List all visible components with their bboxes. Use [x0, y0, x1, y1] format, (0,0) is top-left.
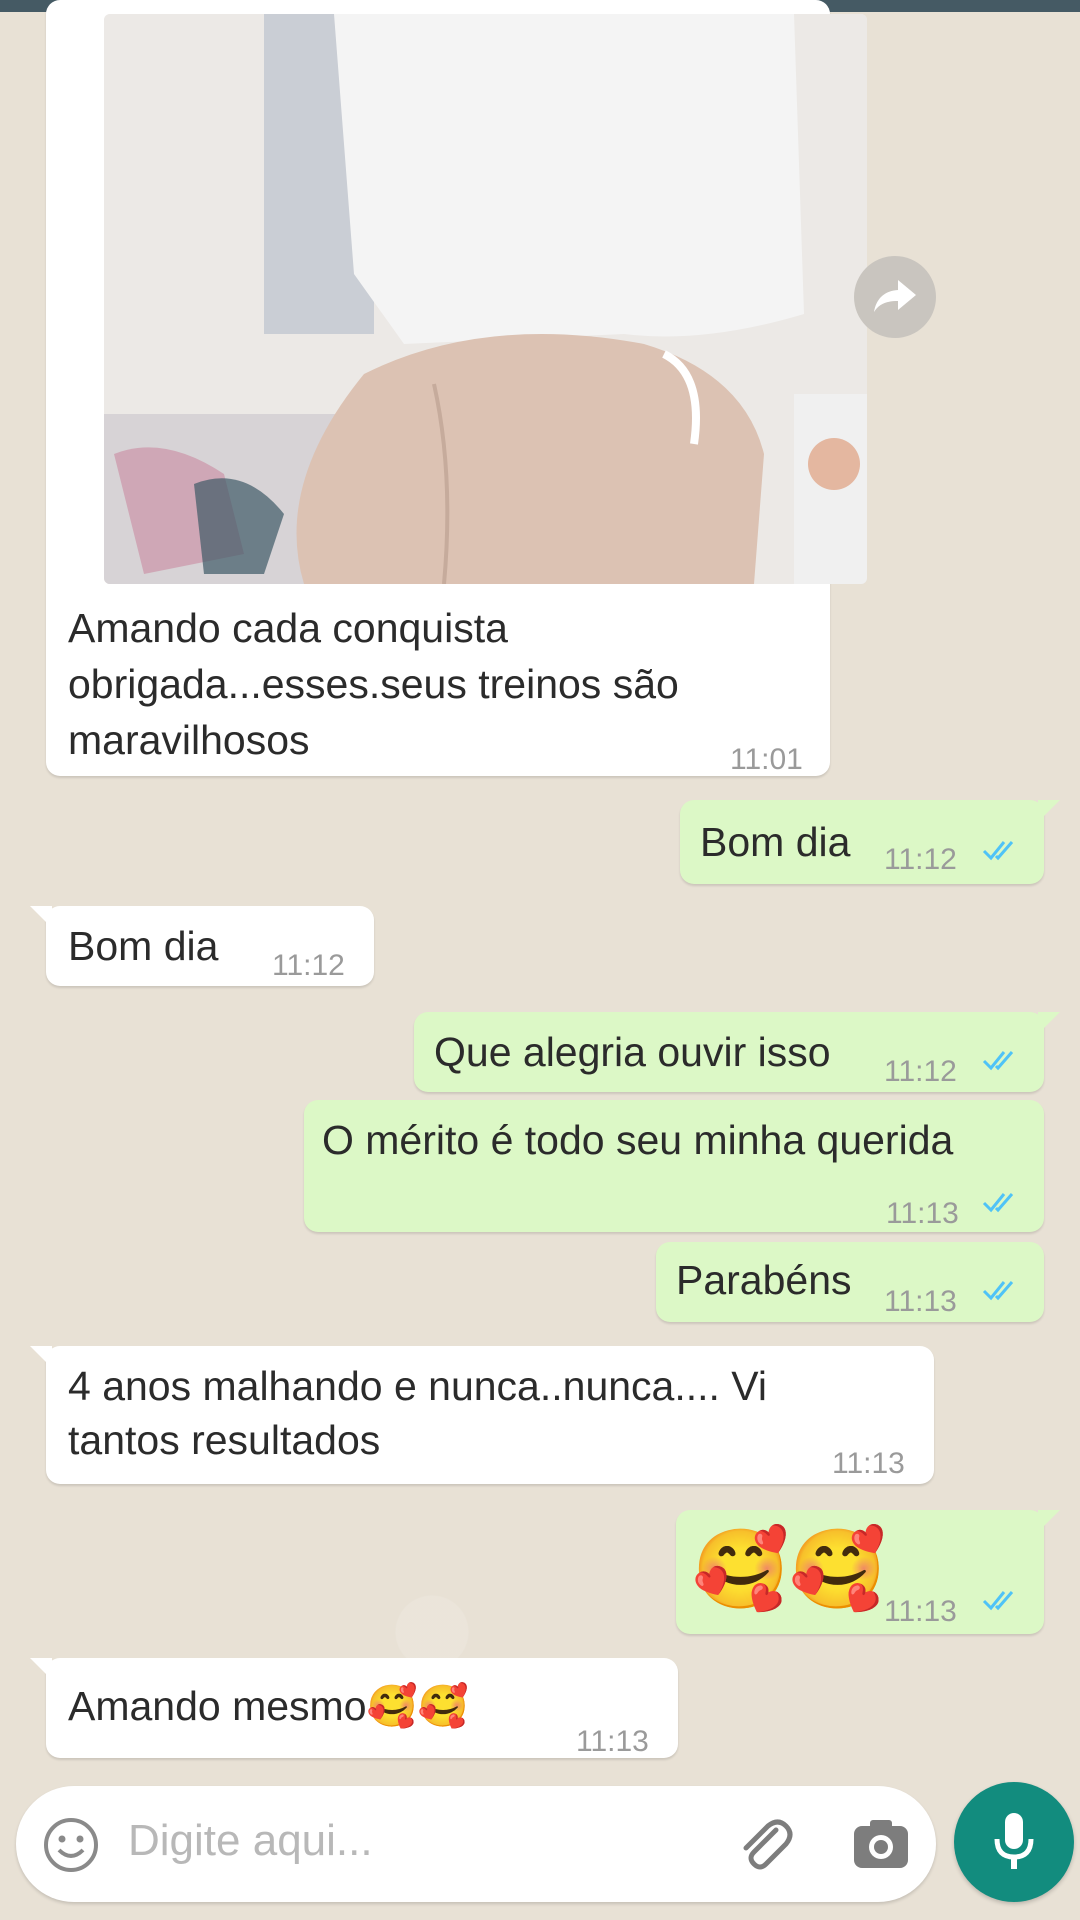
camera-icon[interactable] [852, 1818, 910, 1870]
incoming-message[interactable]: 4 anos malhando e nunca..nunca.... Vi ta… [30, 1346, 934, 1484]
forward-icon [874, 280, 916, 312]
message-time: 11:12 [884, 1055, 957, 1088]
message-text: O mérito é todo seu minha querida [322, 1117, 954, 1163]
caption-line-3: maravilhosos [68, 717, 310, 763]
outgoing-message[interactable]: O mérito é todo seu minha querida 11:13 [304, 1100, 1044, 1232]
message-time: 11:01 [730, 743, 803, 776]
message-text: Bom dia [68, 923, 219, 969]
photo-content [104, 14, 867, 584]
double-check-icon [982, 1193, 1014, 1213]
message-time: 11:12 [884, 843, 957, 876]
message-emoji: 🥰🥰 [692, 1525, 887, 1613]
incoming-message[interactable]: Bom dia 11:12 [30, 906, 374, 986]
message-time: 11:13 [576, 1725, 649, 1758]
outgoing-message[interactable]: Bom dia 11:12 [680, 800, 1060, 884]
caption-line-1: Amando cada conquista [68, 605, 508, 651]
image-message[interactable]: Amando cada conquista obrigada...esses.s… [46, 0, 867, 776]
microphone-icon [994, 1813, 1034, 1869]
incoming-message[interactable]: Amando mesmo🥰🥰 11:13 [30, 1658, 678, 1758]
message-text-line-1: 4 anos malhando e nunca..nunca.... Vi [68, 1363, 768, 1409]
message-composer: Digite aqui... [16, 1786, 936, 1902]
message-input[interactable]: Digite aqui... [128, 1816, 373, 1866]
message-text: Amando mesmo🥰🥰 [68, 1683, 469, 1729]
message-text: Bom dia [700, 819, 851, 865]
outgoing-message[interactable]: Parabéns 11:13 [656, 1242, 1044, 1322]
message-text: Parabéns [676, 1257, 852, 1303]
message-time: 11:13 [832, 1447, 905, 1480]
message-text: Que alegria ouvir isso [434, 1029, 831, 1075]
forward-button[interactable] [854, 256, 936, 338]
message-photo[interactable] [104, 14, 867, 584]
message-time: 11:13 [884, 1285, 957, 1318]
message-text-line-2: tantos resultados [68, 1417, 381, 1463]
double-check-icon [982, 1051, 1014, 1071]
double-check-icon [982, 841, 1014, 861]
message-time: 11:13 [886, 1197, 959, 1230]
caption-line-2: obrigada...esses.seus treinos são [68, 661, 679, 707]
double-check-icon [982, 1281, 1014, 1301]
message-time: 11:13 [884, 1595, 957, 1628]
message-time: 11:12 [272, 949, 345, 982]
paperclip-icon[interactable] [732, 1812, 796, 1876]
mic-button[interactable] [954, 1782, 1074, 1902]
outgoing-message[interactable]: 🥰🥰 11:13 [676, 1510, 1060, 1634]
outgoing-message[interactable]: Que alegria ouvir isso 11:12 [414, 1012, 1060, 1092]
emoji-icon[interactable] [42, 1816, 100, 1874]
double-check-icon [982, 1591, 1014, 1611]
